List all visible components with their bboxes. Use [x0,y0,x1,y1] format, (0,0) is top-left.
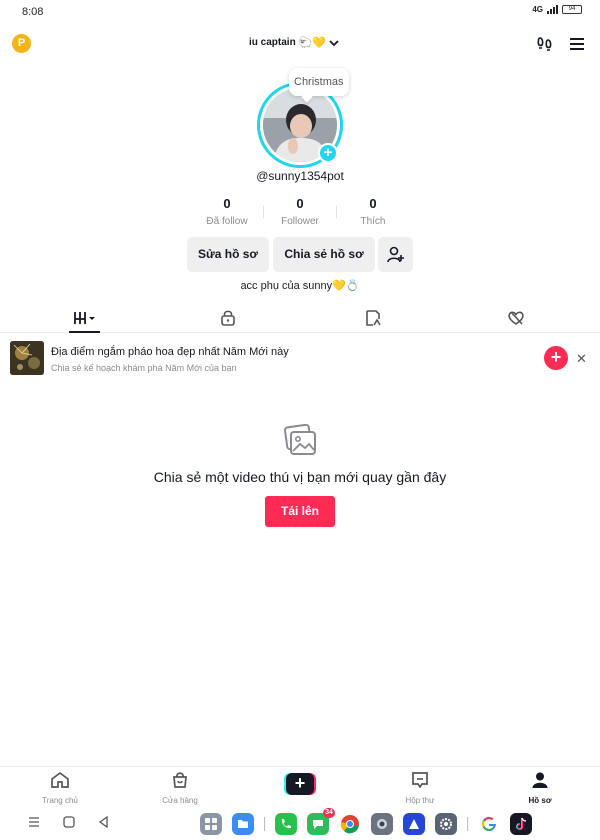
lock-icon [221,310,235,326]
stat-likes[interactable]: 0 Thích [337,196,409,227]
repost-icon [366,310,381,326]
active-tab-indicator [69,331,100,333]
share-profile-button[interactable]: Chia sẻ hồ sơ [273,237,375,272]
stat-following-value: 0 [223,196,231,211]
profile-stats: 0 Đã follow 0 Follower 0 Thích [0,196,600,232]
tab-liked[interactable] [486,303,546,333]
bottom-nav: Trang chủ Cửa hàng + Hộp thư Hồ sơ [0,766,600,808]
stat-followers[interactable]: 0 Follower [264,196,336,227]
coin-icon[interactable]: P [12,34,31,53]
profile-bio: acc phụ của sunny💛💍 [240,280,360,292]
hidden-heart-icon [508,311,524,325]
grid-filter-icon [74,312,95,324]
status-indicators: 4G 94 [532,5,582,14]
upload-button[interactable]: Tải lên [265,496,335,527]
edit-profile-button[interactable]: Sửa hồ sơ [187,237,269,272]
messages-badge: 34 [323,808,335,818]
empty-state-title: Chia sẻ một video thú vị bạn mới quay gầ… [153,469,447,485]
dock-separator [467,817,468,831]
create-button[interactable]: + [284,773,316,795]
nav-inbox[interactable]: Hộp thư [380,771,460,805]
recents-icon[interactable] [28,816,40,828]
tab-videos[interactable] [55,303,115,333]
plus-icon: + [286,773,314,795]
chrome-app-icon[interactable] [339,813,361,835]
promo-close-button[interactable]: ✕ [576,351,587,367]
content-tabs [0,303,600,333]
signal-icon [547,5,558,14]
footprint-icon[interactable] [536,35,554,53]
nav-inbox-label: Hộp thư [405,796,435,805]
phone-app-icon[interactable] [275,813,297,835]
back-icon[interactable] [98,816,110,828]
nav-profile-label: Hồ sơ [528,796,552,805]
system-bar: 34 [0,808,600,840]
nav-home[interactable]: Trang chủ [20,771,100,805]
username: @sunny1354pot [256,169,344,183]
inbox-icon [412,772,428,789]
dock-separator [264,817,265,831]
stat-followers-value: 0 [296,196,304,211]
stat-followers-label: Follower [281,216,319,227]
home-button-icon[interactable] [63,816,75,828]
add-friend-button[interactable] [378,237,413,272]
fireworks-image [10,341,44,375]
stat-following[interactable]: 0 Đã follow [191,196,263,227]
tiktok-app-icon[interactable] [510,813,532,835]
chevron-down-icon [329,39,339,46]
add-avatar-button[interactable]: + [318,143,338,163]
nav-home-label: Trang chủ [42,796,78,805]
home-icon [51,771,69,788]
network-label: 4G [532,5,543,14]
stat-likes-label: Thích [360,216,386,227]
profile-header: P iu captain 🐑💛 [0,28,600,60]
profile-icon [532,772,548,788]
photos-icon [283,424,316,455]
promo-subtitle: Chia sẻ kế hoạch khám phá Năm Mới của bạ… [51,363,237,373]
nickname-bubble[interactable]: Christmas [289,68,349,96]
camera-app-icon[interactable] [371,813,393,835]
tab-reposts[interactable] [343,303,403,333]
google-app-icon[interactable] [478,813,500,835]
menu-icon[interactable] [568,35,586,53]
status-time: 8:08 [22,6,44,18]
battery-icon: 94 [562,5,582,14]
header-actions [536,35,586,53]
nav-shop-label: Cửa hàng [162,796,198,805]
nav-profile[interactable]: Hồ sơ [500,771,580,805]
nav-shop[interactable]: Cửa hàng [140,771,220,805]
files-app-icon[interactable] [232,813,254,835]
app-store-icon[interactable] [403,813,425,835]
app-dock: 34 [200,808,532,836]
settings-app-icon[interactable] [435,813,457,835]
account-name: iu captain [249,37,296,48]
promo-thumbnail [10,341,44,375]
promo-add-button[interactable]: + [544,346,568,370]
shopping-bag-icon [173,772,187,788]
stat-likes-value: 0 [369,196,377,211]
profile-actions: Sửa hồ sơ Chia sẻ hồ sơ [0,237,600,272]
account-emoji: 🐑💛 [298,37,327,49]
messages-app-icon[interactable]: 34 [307,808,335,835]
apps-grid-icon[interactable] [200,813,222,835]
stat-following-label: Đã follow [206,216,248,227]
account-switcher[interactable]: iu captain 🐑💛 [249,36,339,49]
status-bar: 8:08 4G 94 [0,0,600,24]
tab-private[interactable] [198,303,258,333]
promo-banner[interactable]: Địa điểm ngắm pháo hoa đẹp nhất Năm Mới … [0,341,600,379]
promo-title: Địa điểm ngắm pháo hoa đẹp nhất Năm Mới … [51,346,289,358]
add-user-icon [386,246,404,263]
